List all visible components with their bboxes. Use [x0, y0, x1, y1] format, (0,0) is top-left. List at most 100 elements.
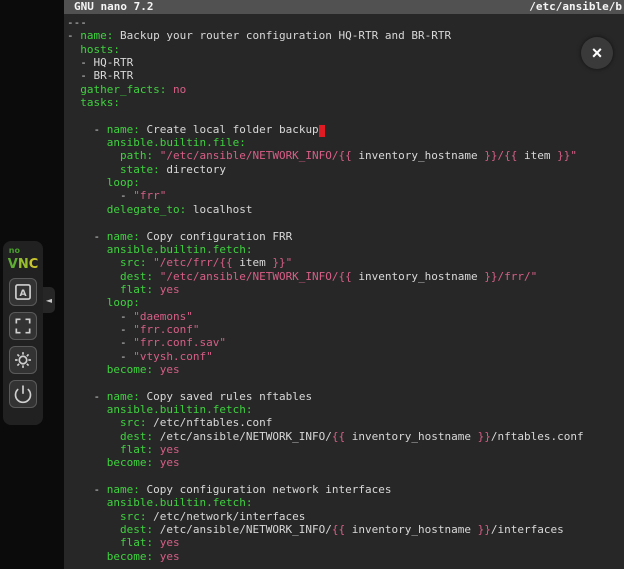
code-token: "frr.conf": [133, 323, 199, 336]
code-token: /etc/network/interfaces: [146, 510, 305, 523]
code-token: path:: [120, 149, 153, 162]
code-line: state: directory: [67, 163, 624, 176]
code-token: "/etc/ansible/NETWORK_INFO/{{: [160, 149, 352, 162]
code-token: yes: [160, 456, 180, 469]
code-token: dest:: [120, 430, 153, 443]
code-line: path: "/etc/ansible/NETWORK_INFO/{{ inve…: [67, 149, 624, 162]
code-token: Create local folder backup: [140, 123, 319, 136]
code-token: item: [517, 149, 557, 162]
code-token: src:: [120, 510, 147, 523]
close-button[interactable]: ×: [581, 37, 613, 69]
code-line: ---: [67, 16, 624, 29]
code-token: [153, 550, 160, 563]
code-token: yes: [160, 536, 180, 549]
code-token: name:: [107, 123, 140, 136]
keyboard-button[interactable]: A: [9, 278, 37, 306]
keyboard-icon: A: [13, 282, 33, 302]
code-line: dest: "/etc/ansible/NETWORK_INFO/{{ inve…: [67, 270, 624, 283]
code-token: [67, 83, 80, 96]
code-token: ansible.builtin.file:: [107, 136, 246, 149]
code-token: "/etc/ansible/NETWORK_INFO/{{: [160, 270, 352, 283]
code-token: [67, 536, 120, 549]
code-token: [67, 243, 107, 256]
code-token: [153, 270, 160, 283]
code-token: -: [67, 123, 107, 136]
code-token: /nftables.conf: [491, 430, 584, 443]
code-token: delegate_to:: [107, 203, 186, 216]
code-line: - BR-RTR: [67, 69, 624, 82]
code-token: [67, 443, 120, 456]
vnc-logo: no VNC: [8, 247, 39, 271]
code-token: yes: [160, 363, 180, 376]
code-token: "frr.conf.sav": [133, 336, 226, 349]
code-token: "/etc/frr/{{: [153, 256, 232, 269]
code-token: yes: [160, 443, 180, 456]
code-token: name:: [107, 390, 140, 403]
code-line: loop:: [67, 176, 624, 189]
settings-button[interactable]: [9, 346, 37, 374]
code-token: [153, 536, 160, 549]
code-token: [67, 283, 120, 296]
code-token: [67, 43, 80, 56]
code-token: src:: [120, 416, 147, 429]
nano-filename: /etc/ansible/b: [529, 0, 622, 14]
code-line: [67, 470, 624, 483]
close-icon: ×: [592, 43, 603, 64]
code-line: - name: Backup your router configuration…: [67, 29, 624, 42]
code-token: -: [67, 336, 133, 349]
code-token: [67, 176, 107, 189]
code-token: loop:: [107, 296, 140, 309]
controlbar-handle[interactable]: ◄: [43, 287, 55, 313]
code-line: ansible.builtin.fetch:: [67, 243, 624, 256]
code-line: ansible.builtin.file:: [67, 136, 624, 149]
power-button[interactable]: [9, 380, 37, 408]
code-token: name:: [80, 29, 113, 42]
code-token: [67, 149, 120, 162]
code-token: -: [67, 323, 133, 336]
code-token: [67, 510, 120, 523]
editor-content[interactable]: ---- name: Backup your router configurat…: [64, 14, 624, 563]
code-token: inventory_hostname: [345, 430, 477, 443]
code-token: localhost: [186, 203, 252, 216]
code-token: [67, 496, 107, 509]
code-token: inventory_hostname: [352, 270, 484, 283]
nano-titlebar: GNU nano 7.2 /etc/ansible/b: [64, 0, 624, 14]
code-token: {{: [332, 523, 345, 536]
code-token: - BR-RTR: [67, 69, 133, 82]
code-token: /interfaces: [491, 523, 564, 536]
code-token: [153, 283, 160, 296]
vnc-logo-text: VNC: [8, 257, 39, 272]
code-line: dest: /etc/ansible/NETWORK_INFO/{{ inven…: [67, 523, 624, 536]
code-line: ansible.builtin.fetch:: [67, 403, 624, 416]
terminal-window[interactable]: GNU nano 7.2 /etc/ansible/b ---- name: B…: [64, 0, 624, 569]
code-token: [153, 363, 160, 376]
code-token: flat:: [120, 443, 153, 456]
code-line: ansible.builtin.fetch:: [67, 496, 624, 509]
code-token: [67, 416, 120, 429]
code-token: dest:: [120, 270, 153, 283]
code-token: flat:: [120, 283, 153, 296]
code-line: tasks:: [67, 96, 624, 109]
code-token: name:: [107, 230, 140, 243]
code-token: -: [67, 483, 107, 496]
code-line: - "frr": [67, 189, 624, 202]
code-token: /etc/ansible/NETWORK_INFO/: [153, 430, 332, 443]
code-line: - "frr.conf.sav": [67, 336, 624, 349]
code-token: [67, 163, 120, 176]
code-line: [67, 216, 624, 229]
code-line: flat: yes: [67, 536, 624, 549]
code-line: - "vtysh.conf": [67, 350, 624, 363]
code-token: [67, 270, 120, 283]
code-token: become:: [107, 456, 153, 469]
code-token: [67, 96, 80, 109]
code-token: item: [233, 256, 273, 269]
code-token: become:: [107, 363, 153, 376]
code-token: flat:: [120, 536, 153, 549]
fullscreen-button[interactable]: [9, 312, 37, 340]
code-line: [67, 376, 624, 389]
code-token: tasks:: [80, 96, 120, 109]
code-token: [153, 149, 160, 162]
code-line: become: yes: [67, 550, 624, 563]
code-token: [67, 403, 107, 416]
code-token: /etc/ansible/NETWORK_INFO/: [153, 523, 332, 536]
